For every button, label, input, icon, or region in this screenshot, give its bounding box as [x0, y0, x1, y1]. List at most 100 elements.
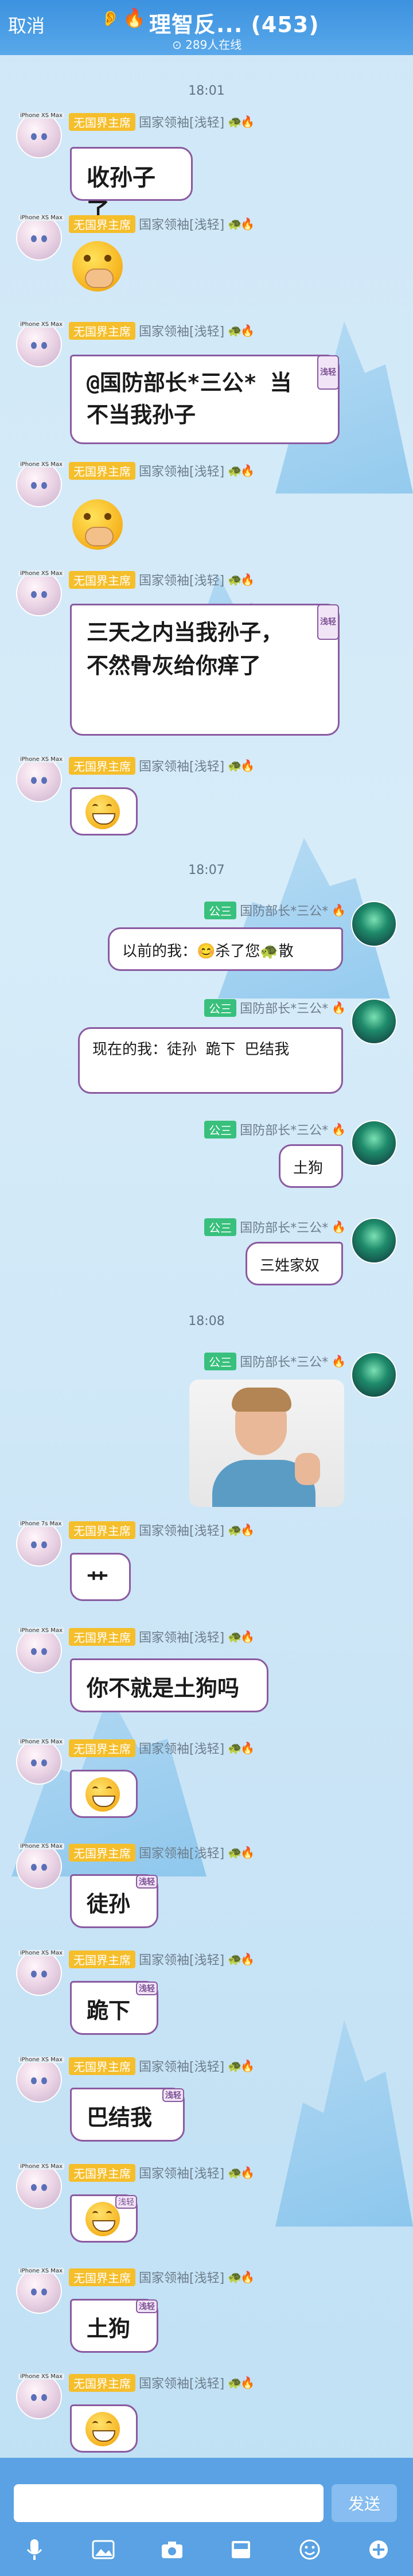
- camera-icon[interactable]: [158, 2536, 186, 2563]
- message-bubble[interactable]: @国防部长*三公* 当不当我孙子 浅轻: [70, 355, 340, 444]
- device-label: iPhone XS Max: [18, 112, 64, 119]
- sender-line: 无国界主席 国家领袖[浅轻] 🐢🔥: [69, 1739, 255, 1757]
- message-bubble[interactable]: 现在的我：徒孙 跪下 巴结我: [78, 1027, 343, 1094]
- avatar[interactable]: [16, 321, 62, 367]
- message-bubble[interactable]: 艹: [70, 1553, 131, 1601]
- sender-line: 无国界主席 国家领袖[浅轻] 🐢🔥: [69, 1627, 255, 1646]
- message-bubble[interactable]: 浅轻: [70, 2194, 138, 2243]
- fire-icon: 🔥: [123, 7, 146, 29]
- bubble-tag: 浅轻: [317, 355, 339, 390]
- medal-icons: 🐢🔥: [228, 1630, 255, 1643]
- avatar[interactable]: [16, 2163, 62, 2209]
- message-bubble[interactable]: 你不就是土狗吗: [70, 1658, 268, 1712]
- rank-badge: 无国界主席: [69, 2057, 135, 2075]
- sender-line: 无国界主席 国家领袖[浅轻] 🐢🔥: [69, 1950, 255, 1968]
- avatar[interactable]: [16, 461, 62, 507]
- avatar[interactable]: [16, 1521, 62, 1567]
- message-bubble[interactable]: 三姓家奴: [246, 1242, 343, 1285]
- message-bubble[interactable]: [70, 787, 138, 836]
- emoji-icon[interactable]: [296, 2536, 324, 2563]
- medal-icons: 🐢🔥: [228, 1952, 255, 1966]
- avatar[interactable]: [351, 1218, 397, 1264]
- rank-badge: 无国界主席: [69, 1843, 135, 1862]
- avatar[interactable]: [16, 2373, 62, 2419]
- avatar[interactable]: [16, 1950, 62, 1996]
- face-with-hand-over-mouth-icon[interactable]: [72, 241, 123, 292]
- message-bubble[interactable]: 土狗 浅轻: [70, 2299, 158, 2353]
- medal-icons: 🐢🔥: [228, 2059, 255, 2073]
- avatar[interactable]: [16, 112, 62, 158]
- rank-badge: 无国界主席: [69, 2163, 135, 2182]
- fire-icon: 🔥: [332, 903, 346, 917]
- sender-title: 国家领袖[浅轻]: [139, 1742, 225, 1757]
- thumbs-up-photo[interactable]: [189, 1380, 344, 1507]
- send-button[interactable]: 发送: [332, 2484, 397, 2522]
- plus-icon[interactable]: [365, 2536, 392, 2563]
- fire-icon: 🔥: [332, 1001, 346, 1015]
- message-bubble[interactable]: 以前的我：😊杀了您🐢散: [108, 927, 343, 971]
- avatar[interactable]: [351, 998, 397, 1044]
- sender-title: 国家领袖[浅轻]: [139, 760, 225, 774]
- avatar[interactable]: [16, 2057, 62, 2103]
- message-text: 土狗: [87, 2316, 131, 2341]
- message-text: 三天之内当我孙子，不然骨灰给你痒了: [87, 620, 283, 678]
- message-bubble[interactable]: [70, 2404, 138, 2453]
- avatar[interactable]: [16, 215, 62, 261]
- avatar[interactable]: [351, 1120, 397, 1166]
- cancel-button[interactable]: 取消: [8, 11, 45, 38]
- sender-title: 国家领袖[浅轻]: [139, 1953, 225, 1968]
- sender-title: 国家领袖[浅轻]: [139, 116, 225, 130]
- group-title[interactable]: 理智反... (453): [149, 7, 320, 38]
- sender-line: 公三 国防部长*三公* 🔥: [204, 1352, 346, 1370]
- message-bubble[interactable]: 三天之内当我孙子，不然骨灰给你痒了 浅轻: [70, 604, 340, 736]
- sender-title: 国家领袖[浅轻]: [139, 465, 225, 479]
- medal-icons: 🐢🔥: [228, 1741, 255, 1755]
- fire-icon: 🔥: [332, 1220, 346, 1234]
- message-input[interactable]: [14, 2484, 324, 2522]
- message-text: 艹: [87, 1569, 109, 1594]
- rank-badge: 无国界主席: [69, 2373, 135, 2392]
- medal-icons: 🐢🔥: [228, 2270, 255, 2284]
- online-count-text: 289人在线: [185, 38, 242, 52]
- message-bubble[interactable]: 收孙子了: [70, 147, 193, 224]
- image-icon[interactable]: [89, 2536, 117, 2563]
- sender-line: 无国界主席 国家领袖[浅轻] 🐢🔥: [69, 2163, 255, 2182]
- device-label: iPhone XS Max: [18, 756, 64, 763]
- avatar[interactable]: [16, 2268, 62, 2314]
- device-label: iPhone XS Max: [18, 1843, 64, 1850]
- rank-badge: 无国界主席: [69, 1521, 135, 1539]
- avatar[interactable]: [16, 1739, 62, 1785]
- message-bubble[interactable]: 巴结我 浅轻: [70, 2088, 185, 2142]
- message-bubble[interactable]: 土狗: [279, 1144, 343, 1188]
- sender-title: 国家领袖[浅轻]: [139, 1631, 225, 1645]
- grinning-face-icon: [85, 1777, 120, 1812]
- fire-icon: 🔥: [332, 1354, 346, 1368]
- sender-title: 国家领袖[浅轻]: [139, 574, 225, 588]
- gallery-icon[interactable]: [227, 2536, 255, 2563]
- avatar[interactable]: [16, 756, 62, 802]
- rank-badge: 公三: [204, 998, 237, 1017]
- fire-icon: 🔥: [332, 1122, 346, 1136]
- message-text: 以前的我：😊杀了您🐢散: [122, 943, 294, 960]
- sender-line: 公三 国防部长*三公* 🔥: [204, 998, 346, 1017]
- message-text: @国防部长*三公* 当不当我孙子: [87, 370, 292, 428]
- avatar[interactable]: [16, 1843, 62, 1889]
- rank-badge: 无国界主席: [69, 2268, 135, 2286]
- message-bubble[interactable]: 跪下 浅轻: [70, 1981, 158, 2035]
- message-text: 三姓家奴: [260, 1257, 320, 1275]
- bubble-tag: 浅轻: [136, 2299, 158, 2313]
- face-with-hand-over-mouth-icon[interactable]: [72, 499, 123, 550]
- avatar[interactable]: [351, 1352, 397, 1398]
- microphone-icon[interactable]: [21, 2536, 48, 2563]
- avatar[interactable]: [16, 1627, 62, 1673]
- avatar[interactable]: [351, 901, 397, 947]
- message-bubble[interactable]: [70, 1770, 138, 1818]
- sender-line: 公三 国防部长*三公* 🔥: [204, 901, 346, 919]
- sender-line: 无国界主席 国家领袖[浅轻] 🐢🔥: [69, 2057, 255, 2075]
- message-text: 你不就是土狗吗: [87, 1676, 240, 1701]
- sender-title: 国防部长*三公*: [240, 1002, 329, 1016]
- avatar[interactable]: [16, 570, 62, 616]
- message-bubble[interactable]: 徒孙 浅轻: [70, 1874, 158, 1928]
- timestamp: 18:01: [188, 84, 225, 98]
- medal-icons: 🐢🔥: [228, 115, 255, 129]
